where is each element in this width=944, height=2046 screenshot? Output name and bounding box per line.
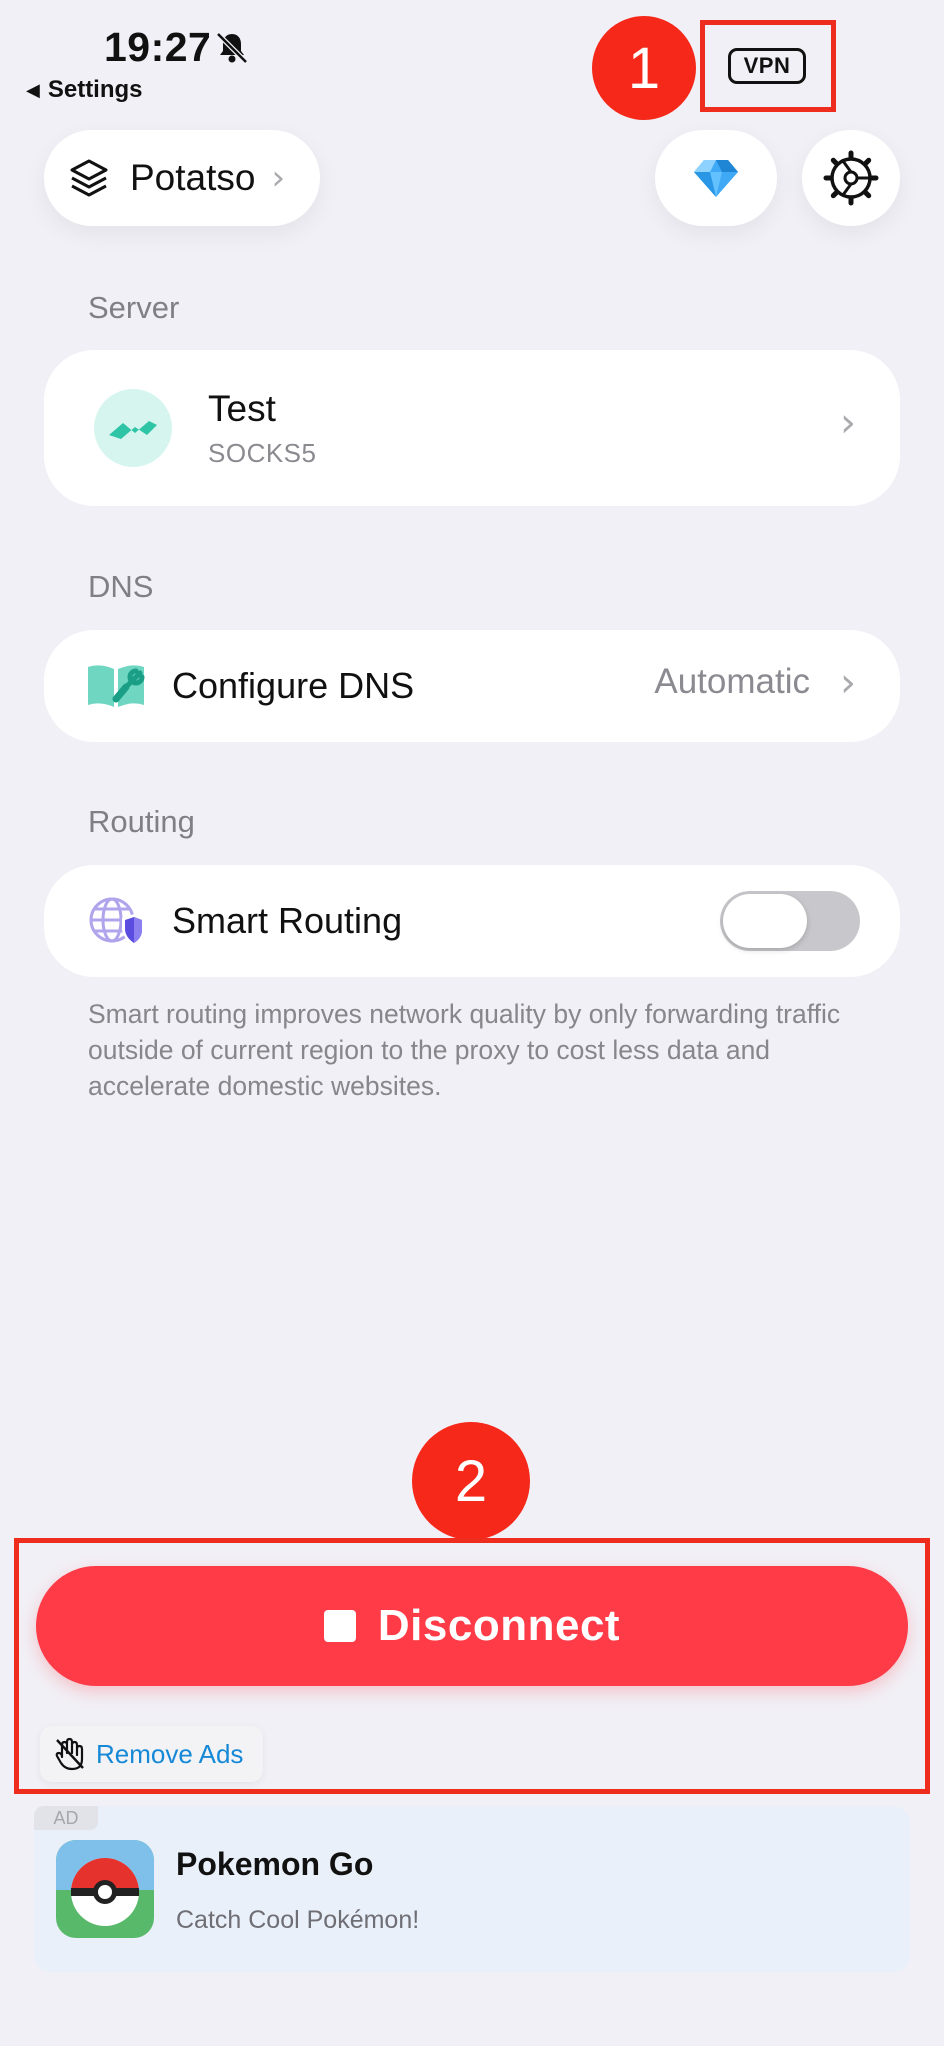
configure-dns-label: Configure DNS: [172, 665, 415, 706]
chevron-right-icon: ›: [840, 660, 856, 706]
dns-book-wrench-icon: [88, 665, 145, 707]
back-to-settings-link[interactable]: ◀ Settings: [26, 76, 143, 104]
pokeball-app-icon: [56, 1840, 154, 1938]
server-section-title: Server: [88, 290, 180, 325]
globe-shield-icon: [89, 897, 144, 946]
gear-icon: [823, 150, 879, 206]
hand-slash-icon: [55, 1737, 84, 1771]
configure-dns-row[interactable]: Configure DNS Automatic ›: [44, 630, 900, 742]
annotation-marker-1: 1: [592, 16, 696, 120]
remove-ads-button[interactable]: Remove Ads: [40, 1726, 264, 1782]
status-time: 19:27: [104, 24, 212, 70]
diamond-icon: [694, 160, 738, 197]
server-wave-icon: [94, 389, 172, 467]
stop-icon: [323, 1610, 356, 1642]
smart-routing-toggle[interactable]: [720, 891, 860, 951]
chevron-right-icon: ›: [840, 400, 856, 446]
dns-mode-value: Automatic: [654, 662, 810, 701]
dns-section-title: DNS: [88, 569, 154, 604]
settings-button[interactable]: [802, 130, 900, 226]
remove-ads-label: Remove Ads: [96, 1738, 244, 1769]
ad-subtitle: Catch Cool Pokémon!: [176, 1906, 420, 1934]
bell-slash-icon: [216, 32, 248, 64]
back-label: Settings: [47, 76, 143, 103]
profile-selector-button[interactable]: Potatso ›: [44, 130, 320, 226]
ad-title: Pokemon Go: [176, 1846, 374, 1882]
back-triangle-icon: ◀: [26, 79, 40, 100]
smart-routing-description: Smart routing improves network quality b…: [88, 999, 841, 1101]
routing-section-title: Routing: [88, 804, 195, 839]
smart-routing-label: Smart Routing: [172, 900, 403, 941]
ad-tag: AD: [34, 1806, 98, 1830]
server-name: Test: [208, 387, 276, 429]
server-protocol: SOCKS5: [208, 437, 317, 468]
premium-button[interactable]: [655, 130, 777, 226]
annotation-marker-2: 2: [412, 1422, 530, 1540]
server-row[interactable]: Test SOCKS5 ›: [44, 350, 900, 506]
ad-banner[interactable]: AD Pokemon Go Catch Cool Pokémon!: [34, 1806, 910, 1972]
smart-routing-row: Smart Routing: [44, 865, 900, 977]
chevron-right-icon: ›: [271, 158, 286, 198]
disconnect-button[interactable]: Disconnect: [36, 1566, 908, 1686]
profile-label: Potatso: [130, 157, 256, 198]
layers-icon: [70, 159, 108, 197]
annotation-box-1: [700, 20, 836, 112]
toggle-knob: [723, 894, 807, 948]
disconnect-label: Disconnect: [377, 1601, 621, 1650]
